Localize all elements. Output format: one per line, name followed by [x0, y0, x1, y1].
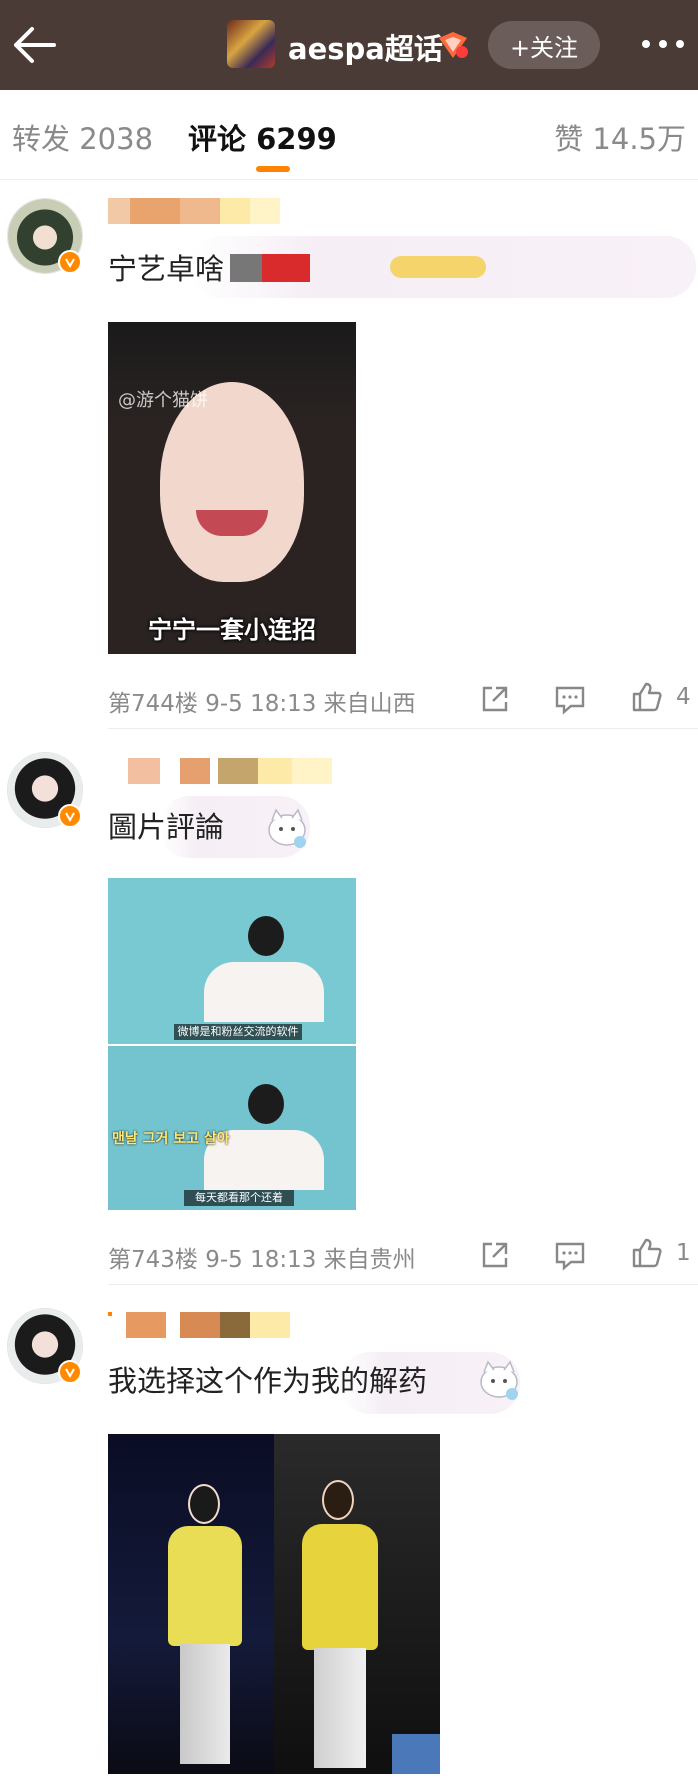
topic-title[interactable]: aespa超话	[288, 26, 443, 68]
tab-like[interactable]: 赞 14.5万	[554, 116, 686, 158]
image-watermark: @游个猫饼	[118, 390, 208, 411]
level-badge-icon	[439, 32, 468, 58]
image-head-right	[322, 1480, 354, 1520]
comment-image[interactable]	[108, 1434, 440, 1774]
image-dress-right	[302, 1524, 378, 1650]
username-redacted[interactable]	[108, 1304, 308, 1344]
heart-emoji-icon	[262, 254, 310, 282]
username-redacted[interactable]	[108, 190, 308, 230]
cat-sticker-icon	[480, 1360, 518, 1400]
comment-text: 圖片評論	[108, 810, 225, 844]
verified-badge-icon	[58, 804, 82, 828]
like-count: 4	[676, 684, 691, 710]
image-face	[160, 382, 304, 582]
image-subtitle-top: 微博是和粉丝交流的软件	[174, 1024, 302, 1040]
comment-meta: 第743楼 9-5 18:13 来自贵州	[108, 1247, 416, 1273]
reply-icon[interactable]	[553, 1238, 587, 1272]
comment-image[interactable]: 微博是和粉丝交流的软件 맨날 그거 보고 살아 每天都看那个还着	[108, 878, 356, 1210]
comment-divider	[108, 728, 698, 729]
follow-label: +关注	[509, 33, 579, 62]
image-subtitle-korean: 맨날 그거 보고 살아	[112, 1131, 230, 1147]
verified-badge-icon	[58, 250, 82, 274]
cat-sticker-icon	[268, 808, 306, 848]
verified-badge-icon	[58, 1360, 82, 1384]
tab-repost[interactable]: 转发 2038	[12, 116, 153, 158]
image-boots-left	[180, 1644, 230, 1764]
topic-thumbnail[interactable]	[227, 20, 275, 68]
comment-text: 我选择这个作为我的解药	[108, 1364, 428, 1398]
image-head-bottom	[248, 1084, 284, 1124]
image-head-top	[248, 916, 284, 956]
reply-icon[interactable]	[553, 682, 587, 716]
image-caption: 宁宁一套小连招	[148, 616, 316, 644]
image-dress-left	[168, 1526, 242, 1646]
emoji-icon	[390, 256, 486, 278]
redaction-block	[230, 254, 262, 282]
username-redacted[interactable]	[108, 750, 332, 790]
tab-active-indicator	[256, 166, 290, 172]
image-boots-right	[314, 1648, 366, 1768]
image-corner-overlay	[392, 1734, 440, 1774]
share-icon[interactable]	[478, 682, 512, 716]
tab-comment[interactable]: 评论 6299	[188, 116, 337, 158]
image-body-top	[204, 962, 324, 1022]
follow-button[interactable]: +关注	[488, 21, 600, 69]
thumbs-up-icon[interactable]	[630, 1236, 664, 1270]
comment-text: 宁艺卓啥	[108, 252, 225, 286]
image-subtitle-bottom: 每天都看那个还着	[184, 1190, 294, 1206]
top-bar: aespa超话 +关注	[0, 0, 698, 90]
arrow-left-icon[interactable]	[10, 24, 58, 66]
comment-meta: 第744楼 9-5 18:13 来自山西	[108, 691, 416, 717]
tab-bar: 转发 2038 评论 6299 赞 14.5万	[0, 90, 698, 180]
like-count: 1	[676, 1240, 691, 1266]
image-head-left	[188, 1484, 220, 1524]
comment-image[interactable]: @游个猫饼 宁宁一套小连招	[108, 322, 356, 654]
comment-divider	[108, 1284, 698, 1285]
share-icon[interactable]	[478, 1238, 512, 1272]
more-dots-icon[interactable]	[640, 36, 686, 52]
thumbs-up-icon[interactable]	[630, 680, 664, 714]
